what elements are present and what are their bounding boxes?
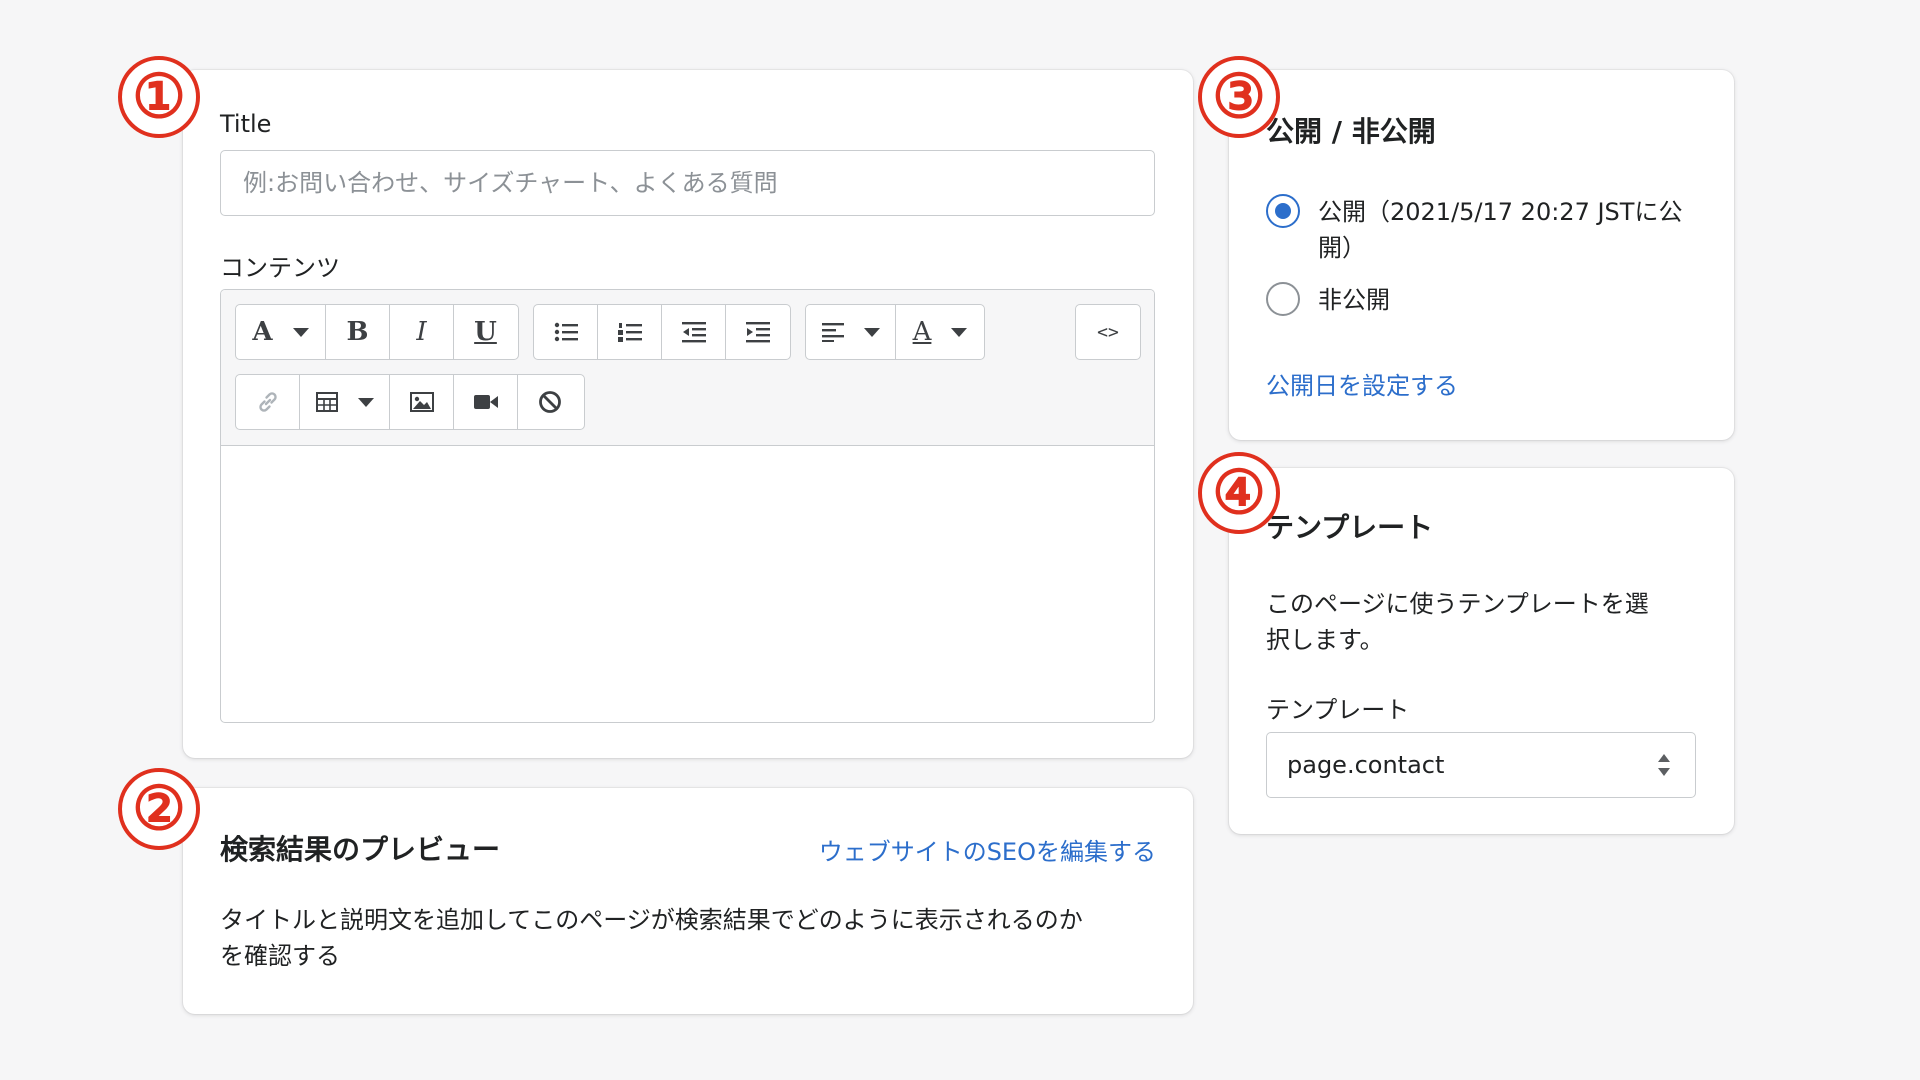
template-title: テンプレート bbox=[1266, 511, 1434, 544]
seo-preview-title: 検索結果のプレビュー bbox=[220, 833, 501, 866]
annotation-badge-1: ① bbox=[118, 56, 200, 138]
numbered-list-button[interactable] bbox=[598, 305, 662, 359]
editor-toolbar: A B I U A <> bbox=[221, 290, 1154, 446]
radio-visible-label: 公開（2021/5/17 20:27 JSTに公 開） bbox=[1318, 194, 1682, 266]
text-color-icon: A bbox=[912, 317, 932, 347]
visibility-title: 公開 / 非公開 bbox=[1266, 115, 1436, 148]
title-label: Title bbox=[220, 110, 272, 138]
italic-icon: I bbox=[416, 317, 427, 347]
align-left-icon bbox=[821, 323, 844, 342]
list-indent-group bbox=[533, 304, 791, 360]
code-icon: <> bbox=[1097, 321, 1119, 343]
annotation-badge-4: ④ bbox=[1198, 452, 1280, 534]
text-style-group: A B I U bbox=[235, 304, 519, 360]
insert-link-button[interactable] bbox=[236, 375, 300, 429]
annotation-badge-3: ③ bbox=[1198, 56, 1280, 138]
link-icon bbox=[258, 392, 277, 412]
clear-format-icon bbox=[539, 391, 561, 413]
annotation-badge-2: ② bbox=[118, 768, 200, 850]
editor-content-area[interactable] bbox=[221, 446, 1154, 722]
indent-button[interactable] bbox=[726, 305, 789, 359]
table-icon bbox=[315, 392, 338, 412]
insert-video-button[interactable] bbox=[454, 375, 518, 429]
bold-icon: B bbox=[346, 317, 369, 347]
underline-button[interactable]: U bbox=[454, 305, 517, 359]
template-select-label: テンプレート bbox=[1266, 696, 1410, 724]
radio-hidden-indicator[interactable] bbox=[1266, 282, 1300, 316]
numbered-list-icon bbox=[617, 323, 642, 342]
page-content-card: Title コンテンツ A B I U bbox=[183, 70, 1193, 758]
bullet-list-button[interactable] bbox=[534, 305, 598, 359]
template-description-line-2: 択します。 bbox=[1266, 626, 1384, 654]
radio-visible-label-line-2: 開） bbox=[1318, 234, 1366, 262]
radio-hidden[interactable]: 非公開 bbox=[1266, 282, 1390, 318]
video-icon bbox=[473, 395, 498, 409]
template-description-line-1: このページに使うテンプレートを選 bbox=[1266, 590, 1649, 618]
outdent-button[interactable] bbox=[662, 305, 726, 359]
template-select[interactable]: page.contact bbox=[1266, 732, 1696, 798]
seo-preview-card: 検索結果のプレビュー ウェブサイトのSEOを編集する タイトルと説明文を追加して… bbox=[183, 788, 1193, 1014]
chevron-down-icon bbox=[863, 327, 880, 337]
chevron-down-icon bbox=[951, 327, 968, 337]
radio-hidden-label: 非公開 bbox=[1318, 286, 1390, 314]
font-dropdown-button[interactable]: A bbox=[236, 305, 326, 359]
template-card: テンプレート このページに使うテンプレートを選 択します。 テンプレート pag… bbox=[1229, 468, 1734, 834]
radio-visible-indicator[interactable] bbox=[1266, 194, 1300, 228]
select-arrows-icon bbox=[1658, 754, 1670, 776]
text-color-dropdown-button[interactable]: A bbox=[896, 305, 984, 359]
html-toggle-button[interactable]: <> bbox=[1076, 305, 1140, 359]
italic-button[interactable]: I bbox=[390, 305, 454, 359]
visibility-card: 公開 / 非公開 公開（2021/5/17 20:27 JSTに公 開） 非公開… bbox=[1229, 70, 1734, 440]
rich-text-editor: A B I U A <> bbox=[220, 289, 1155, 723]
template-select-value: page.contact bbox=[1287, 751, 1445, 779]
seo-preview-description: タイトルと説明文を追加してこのページが検索結果でどのように表示されるのか を確認… bbox=[220, 902, 1156, 974]
html-group: <> bbox=[1075, 304, 1141, 360]
underline-icon: U bbox=[474, 317, 497, 347]
chevron-down-icon bbox=[292, 327, 309, 337]
clear-formatting-button[interactable] bbox=[518, 375, 582, 429]
seo-description-line-2: を確認する bbox=[220, 942, 340, 970]
align-color-group: A bbox=[805, 304, 985, 360]
indent-icon bbox=[745, 322, 770, 343]
radio-visible[interactable]: 公開（2021/5/17 20:27 JSTに公 開） bbox=[1266, 194, 1682, 266]
insert-group bbox=[235, 374, 585, 430]
radio-visible-label-line-1: 公開（2021/5/17 20:27 JSTに公 bbox=[1318, 198, 1683, 226]
set-visibility-date-link[interactable]: 公開日を設定する bbox=[1266, 366, 1458, 401]
font-icon: A bbox=[252, 317, 273, 347]
title-input[interactable] bbox=[220, 150, 1155, 216]
edit-seo-link[interactable]: ウェブサイトのSEOを編集する bbox=[819, 832, 1156, 867]
bold-button[interactable]: B bbox=[326, 305, 390, 359]
bullet-list-icon bbox=[554, 322, 578, 342]
image-icon bbox=[409, 392, 434, 412]
outdent-icon bbox=[681, 322, 706, 343]
align-dropdown-button[interactable] bbox=[806, 305, 896, 359]
content-label: コンテンツ bbox=[220, 254, 340, 282]
chevron-down-icon bbox=[357, 397, 374, 407]
template-description: このページに使うテンプレートを選 択します。 bbox=[1266, 586, 1706, 658]
insert-image-button[interactable] bbox=[390, 375, 454, 429]
table-dropdown-button[interactable] bbox=[300, 375, 390, 429]
seo-description-line-1: タイトルと説明文を追加してこのページが検索結果でどのように表示されるのか bbox=[220, 906, 1083, 934]
